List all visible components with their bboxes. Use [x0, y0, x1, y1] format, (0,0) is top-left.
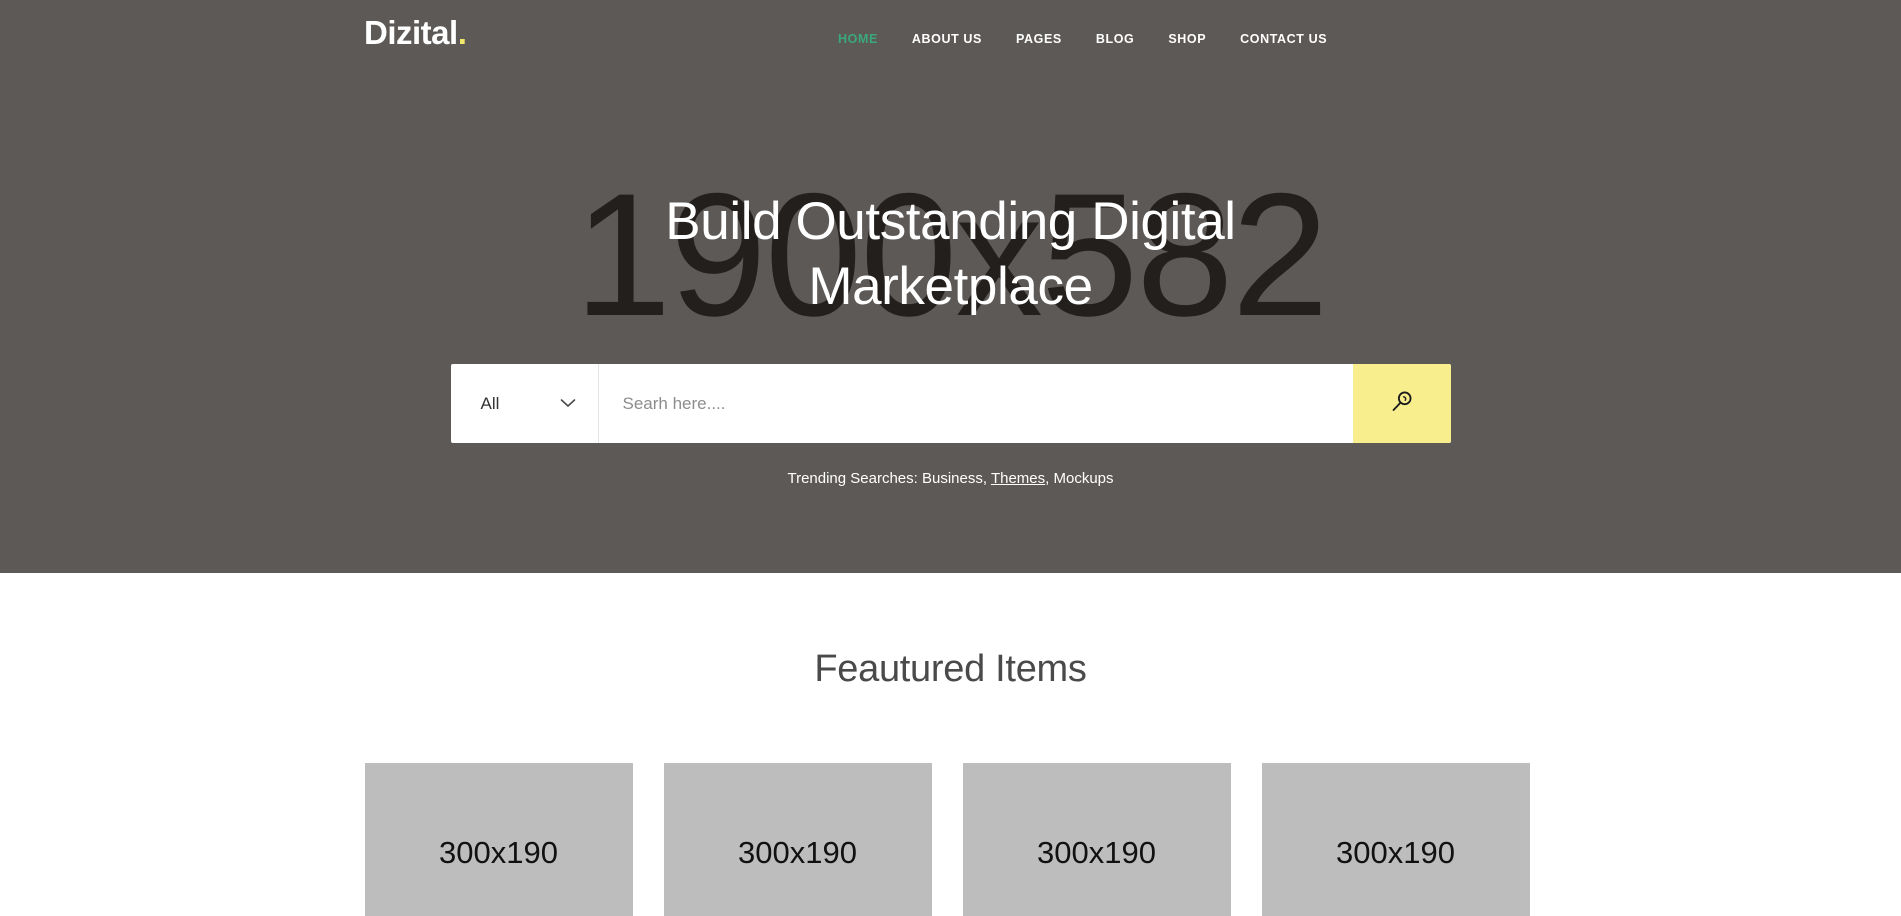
nav-link-blog[interactable]: BLOG — [1096, 32, 1135, 46]
trending-term-themes[interactable]: Themes — [991, 470, 1045, 487]
hero-title: Build Outstanding Digital Marketplace — [665, 192, 1236, 316]
nav-links-list: HOME ABOUT US PAGES BLOG SHOP CONTACT US — [838, 30, 1361, 48]
search-category-value: All — [480, 393, 500, 413]
nav-link-pages[interactable]: PAGES — [1016, 32, 1062, 46]
featured-items-grid: 300x190 300x190 300x190 300x190 — [364, 763, 1537, 916]
featured-item-card[interactable]: 300x190 — [663, 763, 932, 916]
featured-items-section: Feautured Items 300x190 300x190 300x190 … — [0, 648, 1901, 916]
hero-content: Build Outstanding Digital Marketplace Al… — [0, 190, 1901, 487]
chevron-down-icon — [560, 395, 576, 413]
nav-item-contact-us: CONTACT US — [1240, 30, 1327, 48]
featured-item-card[interactable]: 300x190 — [1261, 763, 1530, 916]
top-navigation-bar: Dizital. HOME ABOUT US PAGES BLOG SHOP C… — [0, 0, 1901, 62]
nav-item-blog: BLOG — [1096, 30, 1135, 48]
featured-item-placeholder-label: 300x190 — [738, 835, 857, 870]
site-logo-text: Dizital — [364, 14, 458, 51]
featured-item-placeholder-label: 300x190 — [1336, 835, 1455, 870]
site-logo[interactable]: Dizital. — [364, 14, 467, 51]
nav-item-shop: SHOP — [1168, 30, 1206, 48]
trending-searches-label: Trending Searches: — [787, 470, 922, 488]
featured-item-card[interactable]: 300x190 — [962, 763, 1231, 916]
featured-item-card[interactable]: 300x190 — [364, 763, 633, 916]
nav-link-shop[interactable]: SHOP — [1168, 32, 1206, 46]
trending-term-mockups[interactable]: Mockups — [1053, 470, 1113, 487]
hero-section: 1900x582 Dizital. HOME ABOUT US PAGES BL… — [0, 0, 1901, 573]
nav-link-home[interactable]: HOME — [838, 32, 878, 46]
nav-link-about-us[interactable]: ABOUT US — [912, 32, 982, 46]
featured-item-placeholder-label: 300x190 — [439, 835, 558, 870]
nav-item-pages: PAGES — [1016, 30, 1062, 48]
search-submit-button[interactable] — [1352, 364, 1451, 444]
site-logo-dot: . — [457, 14, 467, 51]
trending-searches: Trending Searches: Business, Themes, Moc… — [0, 470, 1901, 487]
nav-item-about-us: ABOUT US — [912, 30, 982, 48]
featured-item-placeholder-label: 300x190 — [1037, 835, 1156, 870]
trending-separator-1: , — [982, 470, 991, 488]
hero-search-bar: All — [450, 364, 1451, 444]
search-input[interactable] — [598, 364, 1353, 444]
nav-item-home: HOME — [838, 30, 878, 48]
search-category-dropdown[interactable]: All — [451, 364, 599, 444]
nav-link-contact-us[interactable]: CONTACT US — [1240, 32, 1327, 46]
trending-term-business[interactable]: Business — [922, 470, 983, 487]
search-icon — [1389, 389, 1415, 418]
featured-items-title: Feautured Items — [814, 648, 1087, 690]
